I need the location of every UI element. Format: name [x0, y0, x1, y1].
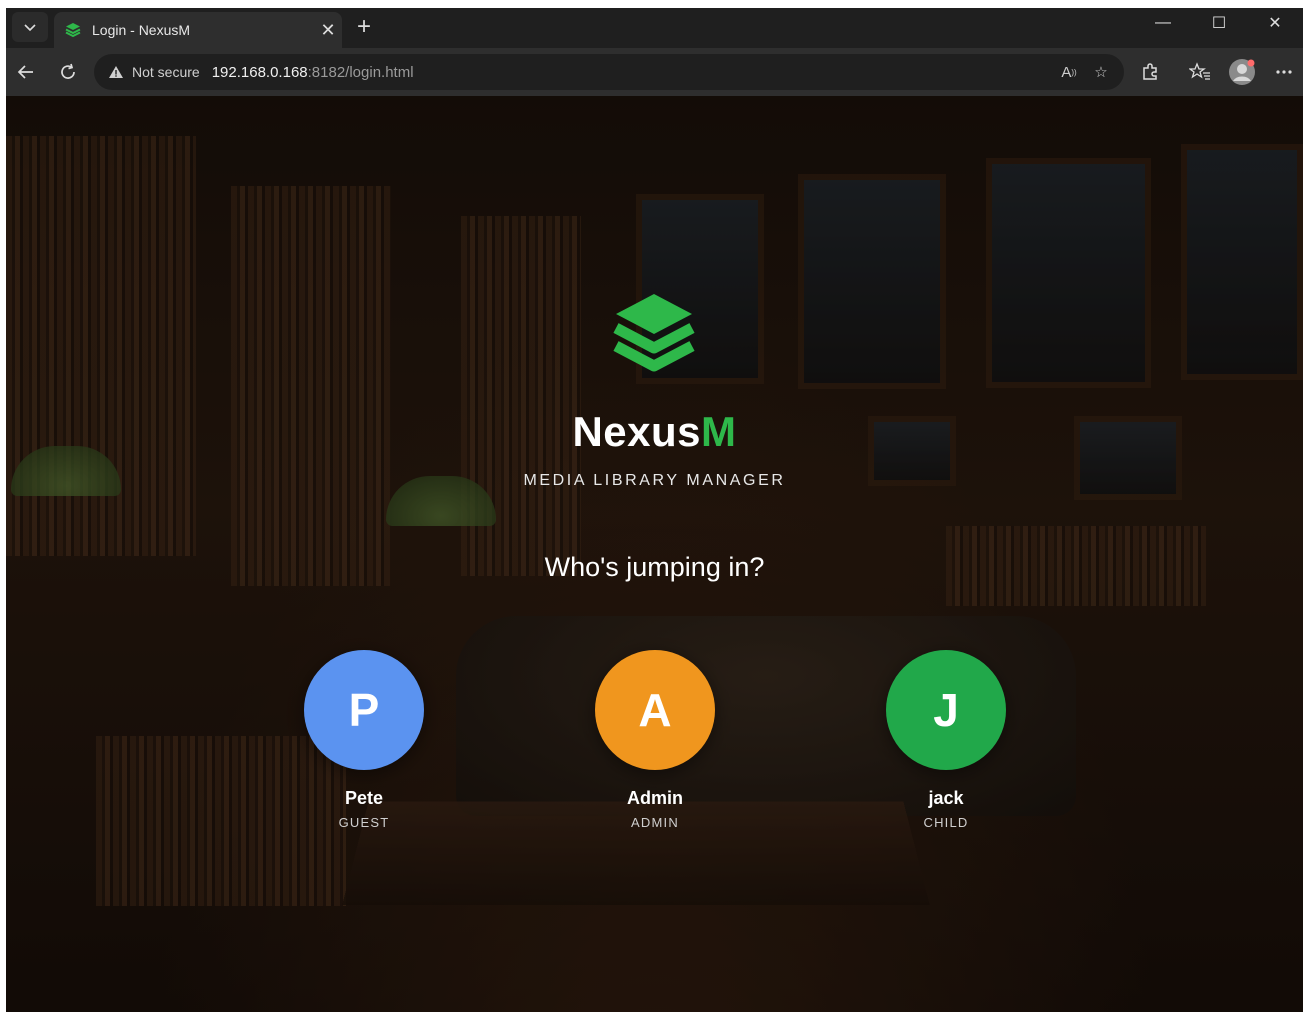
app-title: NexusM [6, 408, 1303, 456]
minimize-icon[interactable]: — [1135, 8, 1191, 38]
profile-prompt: Who's jumping in? [544, 552, 765, 582]
profile-card-pete[interactable]: P Pete GUEST [284, 650, 444, 830]
url-path: :8182/login.html [307, 63, 414, 81]
brand-main: Nexus [572, 408, 702, 455]
browser-toolbar: Not secure 192.168.0.168:8182/login.html… [6, 48, 1303, 96]
window-controls: — ☐ ✕ [1135, 8, 1303, 42]
address-bar[interactable]: Not secure 192.168.0.168:8182/login.html… [94, 54, 1124, 90]
avatar[interactable]: A [595, 650, 715, 770]
app-tagline: MEDIA LIBRARY MANAGER [523, 472, 786, 489]
star-icon[interactable]: ☆ [1088, 59, 1114, 85]
address-bar-actions: A)) ☆ [1056, 59, 1114, 85]
browser-tab[interactable]: Login - NexusM ✕ [54, 12, 342, 48]
login-content: NexusM MEDIA LIBRARY MANAGER Who's jumpi… [6, 96, 1303, 1012]
login-page: NexusM MEDIA LIBRARY MANAGER Who's jumpi… [6, 96, 1303, 1012]
profile-role: GUEST [338, 815, 390, 830]
url-text[interactable]: 192.168.0.168:8182/login.html [212, 64, 414, 81]
new-tab-button[interactable]: + [348, 12, 380, 42]
warning-icon [109, 66, 123, 78]
extensions-icon[interactable] [1134, 56, 1166, 88]
avatar[interactable]: P [304, 650, 424, 770]
more-menu-icon[interactable] [1268, 56, 1300, 88]
profile-card-admin[interactable]: A Admin ADMIN [575, 650, 735, 830]
tab-title: Login - NexusM [92, 22, 191, 38]
browser-window: Login - NexusM ✕ + — ☐ ✕ Not secure 192.… [6, 8, 1303, 1012]
nexusm-favicon-icon [65, 23, 81, 38]
close-tab-icon[interactable]: ✕ [314, 16, 342, 44]
profile-name: Pete [344, 788, 384, 808]
profile-name: jack [928, 788, 964, 808]
read-aloud-icon[interactable]: A)) [1056, 59, 1082, 85]
avatar[interactable]: J [886, 650, 1006, 770]
profile-role: CHILD [923, 815, 969, 830]
profile-card-jack[interactable]: J jack CHILD [866, 650, 1026, 830]
tab-actions-button[interactable] [12, 12, 48, 42]
brand-accent: M [701, 408, 737, 455]
favorites-icon[interactable] [1184, 56, 1216, 88]
chevron-down-icon [24, 24, 36, 32]
back-icon[interactable] [10, 56, 42, 88]
url-host: 192.168.0.168 [211, 63, 308, 81]
profile-avatar-icon[interactable] [1226, 56, 1258, 88]
refresh-icon[interactable] [52, 56, 84, 88]
profile-role: ADMIN [631, 815, 679, 830]
maximize-icon[interactable]: ☐ [1191, 8, 1247, 38]
nexusm-logo-icon [613, 294, 695, 372]
close-window-icon[interactable]: ✕ [1247, 8, 1303, 38]
security-label[interactable]: Not secure [132, 64, 200, 80]
tab-strip: Login - NexusM ✕ + — ☐ ✕ [6, 8, 1303, 48]
profile-name: Admin [627, 788, 683, 808]
